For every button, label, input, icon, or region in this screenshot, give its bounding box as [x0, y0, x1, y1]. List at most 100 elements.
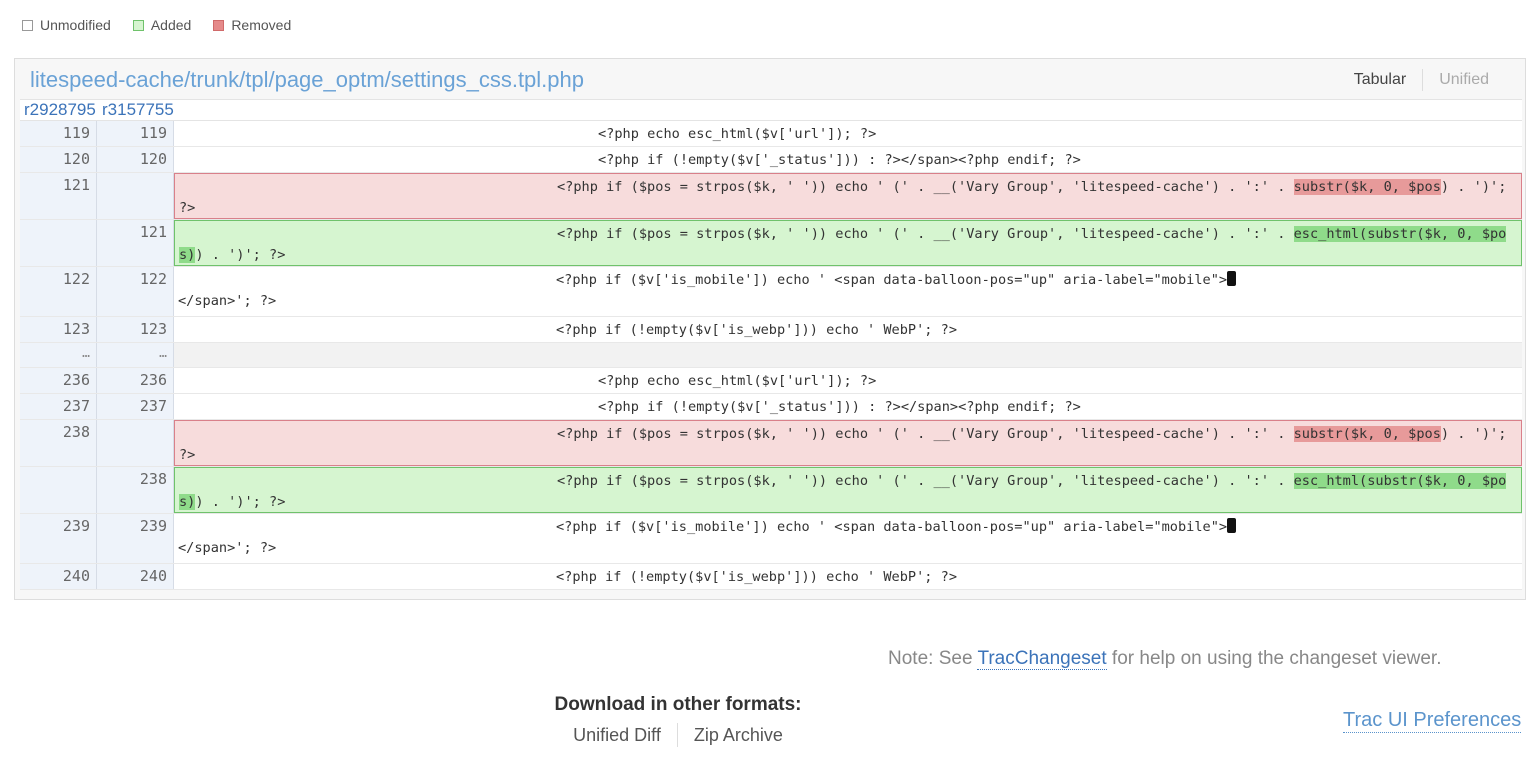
code-line: <?php echo esc_html($v['url']); ?>: [174, 368, 1522, 393]
diff-row-context: 236 236 <?php echo esc_html($v['url']); ?>: [20, 368, 1522, 394]
code-text: ) . ')'; ?>: [195, 494, 286, 510]
code-text: <?php if ($pos = strpos($k, ' ')) echo '…: [557, 426, 1294, 442]
diff-row-context: 237 237 <?php if (!empty($v['_status'])) :…: [20, 394, 1522, 420]
removed-highlight: substr($k, 0, $pos: [1293, 426, 1441, 442]
trac-changeset-link[interactable]: TracChangeset: [977, 648, 1107, 670]
new-line-number: [97, 173, 174, 219]
diff-row-context: 120 120 <?php if (!empty($v['_status'])) :…: [20, 147, 1522, 173]
old-revision-link[interactable]: r2928795: [24, 100, 96, 120]
code-text: <?php if ($pos = strpos($k, ' ')) echo '…: [557, 226, 1294, 242]
new-revision-link[interactable]: r3157755: [102, 100, 174, 120]
old-line-number: 123: [20, 317, 97, 342]
code-line: <?php if ($v['is_mobile']) echo ' <span …: [174, 514, 1522, 563]
code-text: </span>'; ?>: [178, 293, 277, 309]
code-text: ) . ')'; ?>: [195, 247, 286, 263]
tab-unified[interactable]: Unified: [1423, 71, 1505, 89]
diff-row-context: 119 119 <?php echo esc_html($v['url']); ?>: [20, 121, 1522, 147]
old-line-number: [20, 467, 97, 513]
new-line-number: [97, 420, 174, 466]
old-line-number: [20, 220, 97, 266]
diff-row-removed: 121 <?php if ($pos = strpos($k, ' ')) ech…: [20, 173, 1522, 220]
code-line: <?php if (!empty($v['is_webp'])) echo ' …: [174, 564, 1522, 589]
new-line-number: 237: [97, 394, 174, 419]
old-line-number: …: [20, 343, 97, 367]
tab-tabular[interactable]: Tabular: [1338, 71, 1422, 89]
old-line-number: 121: [20, 173, 97, 219]
legend-removed: Removed: [213, 17, 291, 33]
legend-added-label: Added: [150, 17, 192, 33]
file-path-link[interactable]: litespeed-cache/trunk/tpl/page_optm/sett…: [30, 67, 584, 93]
new-line-number: 121: [97, 220, 174, 266]
old-line-number: 120: [20, 147, 97, 172]
diff-row-added: 238 <?php if ($pos = strpos($k, ' ')) ech…: [20, 467, 1522, 514]
view-switch: Tabular Unified: [1338, 69, 1505, 91]
code-line: <?php if (!empty($v['_status'])) : ?></s…: [174, 147, 1522, 172]
code-text: <?php if ($pos = strpos($k, ' ')) echo '…: [557, 179, 1294, 195]
file-diff: litespeed-cache/trunk/tpl/page_optm/sett…: [14, 58, 1526, 600]
code-text: </span>'; ?>: [178, 540, 277, 556]
zip-archive-link[interactable]: Zip Archive: [694, 725, 783, 746]
diff-rows: 119 119 <?php echo esc_html($v['url']); ?>…: [20, 121, 1522, 590]
diff-row-skipped: ……: [20, 343, 1522, 368]
code-text: <?php if (!empty($v['is_webp'])) echo ' …: [556, 322, 958, 338]
diff-legend: Unmodified Added Removed: [22, 17, 313, 33]
code-text: <?php if (!empty($v['is_webp'])) echo ' …: [556, 569, 958, 585]
legend-added: Added: [132, 17, 192, 33]
code-line: [174, 343, 1522, 367]
revision-header: r2928795 r3157755: [20, 99, 1522, 121]
code-line: <?php if ($pos = strpos($k, ' ')) echo '…: [174, 173, 1522, 219]
diff-row-context: 239 239 <?php if ($v['is_mobile']) echo ' …: [20, 514, 1522, 564]
mobile-phone-icon: [1227, 271, 1237, 286]
download-links: Unified Diff Zip Archive: [540, 723, 816, 747]
note-label: Note:: [888, 648, 934, 669]
code-text: <?php if ($v['is_mobile']) echo ' <span …: [556, 519, 1228, 535]
code-line: <?php if ($pos = strpos($k, ' ')) echo '…: [174, 220, 1522, 266]
code-text: <?php echo esc_html($v['url']); ?>: [598, 126, 877, 142]
removed-highlight: substr($k, 0, $pos: [1293, 179, 1441, 195]
unified-diff-link[interactable]: Unified Diff: [573, 725, 661, 746]
download-title: Download in other formats:: [554, 694, 802, 715]
new-line-number: …: [97, 343, 174, 367]
unmodified-swatch-icon: [22, 19, 33, 31]
diff-row-context: 122 122 <?php if ($v['is_mobile']) echo ' …: [20, 267, 1522, 317]
trac-ui-preferences-link[interactable]: Trac UI Preferences: [1343, 709, 1522, 733]
old-line-number: 236: [20, 368, 97, 393]
diff-row-context: 240 240 <?php if (!empty($v['is_webp'])) e…: [20, 564, 1522, 590]
new-line-number: 240: [97, 564, 174, 589]
code-text: <?php if (!empty($v['_status'])) : ?></s…: [598, 399, 1081, 415]
old-line-number: 238: [20, 420, 97, 466]
code-line: <?php if (!empty($v['is_webp'])) echo ' …: [174, 317, 1522, 342]
file-header: litespeed-cache/trunk/tpl/page_optm/sett…: [15, 59, 1525, 99]
new-line-number: 119: [97, 121, 174, 146]
old-line-number: 122: [20, 267, 97, 316]
legend-removed-label: Removed: [231, 17, 292, 33]
new-line-number: 236: [97, 368, 174, 393]
new-line-number: 239: [97, 514, 174, 563]
download-separator: [676, 723, 678, 747]
diff-row-removed: 238 <?php if ($pos = strpos($k, ' ')) ech…: [20, 420, 1522, 467]
code-line: <?php if (!empty($v['_status'])) : ?></s…: [174, 394, 1522, 419]
code-text: <?php if ($pos = strpos($k, ' ')) echo '…: [557, 473, 1294, 489]
mobile-phone-icon: [1227, 518, 1237, 533]
code-line: <?php echo esc_html($v['url']); ?>: [174, 121, 1522, 146]
code-line: <?php if ($v['is_mobile']) echo ' <span …: [174, 267, 1522, 316]
old-line-number: 119: [20, 121, 97, 146]
note-text-before: See: [933, 648, 978, 669]
new-line-number: 238: [97, 467, 174, 513]
old-line-number: 240: [20, 564, 97, 589]
code-text: <?php echo esc_html($v['url']); ?>: [598, 373, 877, 389]
help-note: Note: See TracChangeset for help on usin…: [888, 648, 1442, 670]
download-formats: Download in other formats: Unified Diff …: [540, 694, 816, 747]
code-line: <?php if ($pos = strpos($k, ' ')) echo '…: [174, 420, 1522, 466]
new-line-number: 123: [97, 317, 174, 342]
removed-swatch-icon: [213, 19, 225, 31]
old-line-number: 237: [20, 394, 97, 419]
code-text: <?php if (!empty($v['_status'])) : ?></s…: [598, 152, 1081, 168]
code-text: <?php if ($v['is_mobile']) echo ' <span …: [556, 272, 1228, 288]
new-line-number: 120: [97, 147, 174, 172]
diff-row-added: 121 <?php if ($pos = strpos($k, ' ')) ech…: [20, 220, 1522, 267]
added-swatch-icon: [132, 19, 144, 31]
old-line-number: 239: [20, 514, 97, 563]
legend-unmodified-label: Unmodified: [40, 17, 111, 33]
code-line: <?php if ($pos = strpos($k, ' ')) echo '…: [174, 467, 1522, 513]
